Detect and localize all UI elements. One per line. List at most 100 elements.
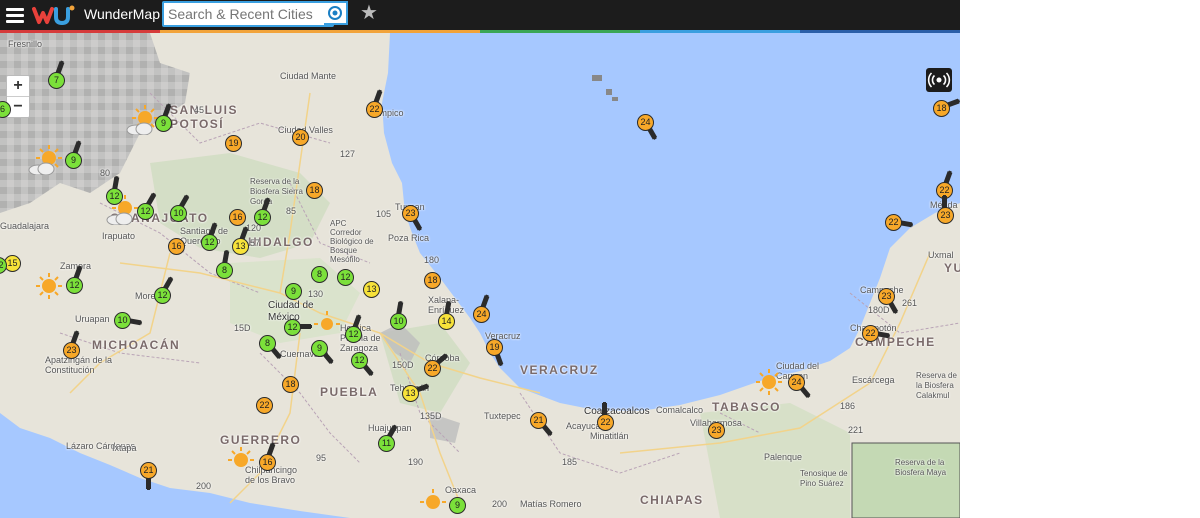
station-temperature[interactable]: 22: [366, 101, 383, 118]
station-temperature[interactable]: 12: [137, 203, 154, 220]
weather-station-marker[interactable]: 10: [170, 194, 189, 222]
station-temperature[interactable]: 10: [114, 312, 131, 329]
weather-station-marker[interactable]: 9: [449, 497, 466, 514]
weather-station-marker[interactable]: 12: [254, 197, 271, 226]
station-temperature[interactable]: 22: [597, 414, 614, 431]
weather-station-marker[interactable]: 22: [936, 170, 953, 199]
weather-station-marker[interactable]: 16: [168, 238, 185, 255]
station-temperature[interactable]: 16: [259, 454, 276, 471]
station-temperature[interactable]: 18: [424, 272, 441, 289]
weather-station-marker[interactable]: 23: [402, 205, 422, 231]
station-temperature[interactable]: 23: [937, 207, 954, 224]
station-temperature[interactable]: 13: [232, 238, 249, 255]
station-temperature[interactable]: 7: [48, 72, 65, 89]
station-temperature[interactable]: 12: [66, 277, 83, 294]
station-temperature[interactable]: 24: [637, 114, 654, 131]
weather-station-marker[interactable]: 12: [337, 269, 354, 286]
station-temperature[interactable]: 23: [402, 205, 419, 222]
weather-station-marker[interactable]: 16: [259, 442, 276, 471]
favorites-star-icon[interactable]: ★: [358, 1, 380, 25]
station-temperature[interactable]: 9: [285, 283, 302, 300]
station-temperature[interactable]: 12: [345, 326, 362, 343]
weather-station-marker[interactable]: 8: [311, 266, 328, 283]
station-temperature[interactable]: 12: [254, 209, 271, 226]
weather-station-marker[interactable]: 18: [306, 182, 323, 199]
weather-station-marker[interactable]: 23: [878, 288, 898, 314]
station-temperature[interactable]: 8: [311, 266, 328, 283]
station-temperature[interactable]: 23: [63, 342, 80, 359]
station-temperature[interactable]: 12: [154, 287, 171, 304]
station-temperature[interactable]: 9: [449, 497, 466, 514]
station-temperature[interactable]: 18: [282, 376, 299, 393]
station-temperature[interactable]: 18: [306, 182, 323, 199]
station-temperature[interactable]: 20: [292, 129, 309, 146]
station-temperature[interactable]: 16: [229, 209, 246, 226]
menu-icon[interactable]: [6, 5, 24, 25]
station-temperature[interactable]: 9: [65, 152, 82, 169]
station-temperature[interactable]: 23: [708, 422, 725, 439]
station-temperature[interactable]: 9: [311, 340, 328, 357]
weather-station-marker[interactable]: 13: [402, 384, 430, 402]
weather-station-marker[interactable]: 12: [201, 222, 218, 251]
weather-station-marker[interactable]: 12: [154, 276, 173, 304]
weather-station-marker[interactable]: 14: [438, 300, 455, 330]
station-temperature[interactable]: 11: [378, 435, 395, 452]
station-temperature[interactable]: 19: [225, 135, 242, 152]
weather-station-marker[interactable]: 13: [232, 226, 249, 255]
station-temperature[interactable]: 24: [473, 306, 490, 323]
weather-station-marker[interactable]: 22: [256, 397, 273, 414]
weather-station-marker[interactable]: 9: [155, 103, 172, 132]
weather-station-marker[interactable]: 19: [486, 339, 503, 367]
weather-station-marker[interactable]: 18: [282, 376, 299, 393]
station-temperature[interactable]: 12: [337, 269, 354, 286]
weather-station-marker[interactable]: 12: [284, 319, 312, 336]
weather-station-marker[interactable]: 10: [114, 312, 143, 329]
station-temperature[interactable]: 12: [201, 234, 218, 251]
weather-station-marker[interactable]: 22: [885, 214, 914, 231]
weather-station-marker[interactable]: 10: [390, 300, 407, 330]
weather-station-marker[interactable]: 23: [708, 422, 725, 439]
station-temperature[interactable]: 22: [256, 397, 273, 414]
weather-station-marker[interactable]: 12: [351, 352, 374, 376]
weather-station-marker[interactable]: 7: [48, 60, 65, 89]
weather-station-marker[interactable]: 18: [424, 272, 441, 289]
zoom-in-button[interactable]: +: [7, 76, 29, 96]
weather-station-marker[interactable]: 8: [259, 335, 282, 359]
station-temperature[interactable]: 10: [170, 205, 187, 222]
station-temperature[interactable]: 13: [402, 385, 419, 402]
weather-station-marker[interactable]: 9: [285, 283, 302, 300]
locate-button[interactable]: [324, 1, 348, 25]
weather-station-marker[interactable]: 11: [378, 424, 397, 452]
weather-station-marker[interactable]: 13: [363, 281, 380, 298]
station-temperature[interactable]: 12: [106, 188, 123, 205]
station-temperature[interactable]: 22: [862, 325, 879, 342]
weather-station-marker[interactable]: 18: [933, 99, 960, 117]
weather-station-marker[interactable]: 23: [63, 330, 80, 359]
weather-station-marker[interactable]: 22: [597, 402, 614, 431]
weather-station-marker[interactable]: 19: [225, 135, 242, 152]
station-temperature[interactable]: 22: [424, 360, 441, 377]
station-temperature[interactable]: 8: [259, 335, 276, 352]
weather-station-marker[interactable]: 15: [4, 255, 21, 272]
station-temperature[interactable]: 13: [363, 281, 380, 298]
weather-station-marker[interactable]: 20: [292, 129, 309, 146]
weather-station-marker[interactable]: 21: [530, 412, 553, 436]
station-temperature[interactable]: 24: [788, 374, 805, 391]
weather-station-marker[interactable]: 8: [216, 249, 233, 279]
station-temperature[interactable]: 18: [933, 100, 950, 117]
weather-station-marker[interactable]: 12: [106, 175, 123, 205]
weather-station-marker[interactable]: 12: [66, 265, 83, 294]
station-temperature[interactable]: 12: [351, 352, 368, 369]
station-temperature[interactable]: 19: [486, 339, 503, 356]
weather-station-marker[interactable]: 22: [424, 353, 448, 377]
weather-station-marker[interactable]: 12: [345, 314, 362, 343]
weather-station-marker[interactable]: 24: [788, 374, 811, 398]
station-temperature[interactable]: 16: [168, 238, 185, 255]
weather-map[interactable]: + − SAN LUIS POTOSÍ GUANAJUATO HIDALGO M…: [0, 33, 960, 518]
station-temperature[interactable]: 23: [878, 288, 895, 305]
search-input[interactable]: [162, 1, 334, 27]
weather-station-marker[interactable]: 22: [366, 89, 383, 118]
weather-station-marker[interactable]: 6: [0, 93, 11, 118]
weather-station-marker[interactable]: 16: [229, 209, 246, 226]
weather-station-marker[interactable]: 24: [473, 294, 490, 323]
